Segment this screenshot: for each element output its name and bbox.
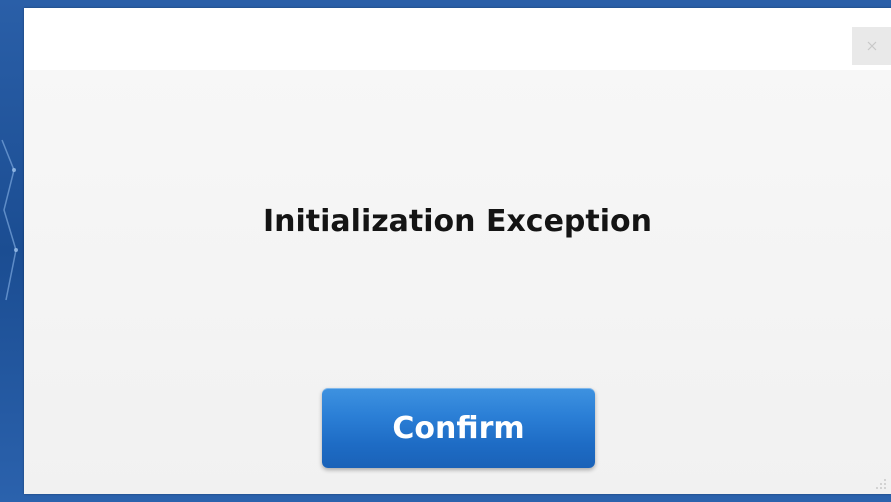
decorative-pattern <box>1 139 18 301</box>
close-button[interactable] <box>852 27 891 65</box>
resize-grip-icon[interactable] <box>875 478 887 490</box>
exception-dialog: Initialization Exception Confirm <box>24 8 891 494</box>
confirm-button[interactable]: Confirm <box>322 388 595 468</box>
dialog-titlebar <box>24 8 891 70</box>
close-icon <box>867 41 876 51</box>
dialog-message: Initialization Exception <box>262 204 653 239</box>
